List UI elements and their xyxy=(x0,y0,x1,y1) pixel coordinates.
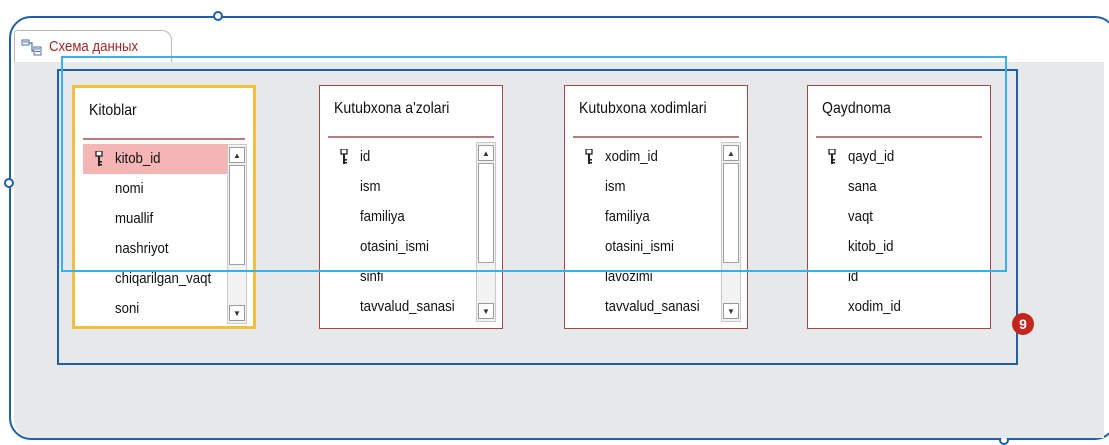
frame-handle-left xyxy=(4,178,14,188)
tab-label: Схема данных xyxy=(49,38,139,55)
callout-badge: 9 xyxy=(1012,313,1034,335)
callout-frame-inner xyxy=(61,56,1007,272)
relationships-icon xyxy=(21,39,42,55)
frame-handle-top xyxy=(213,11,223,21)
